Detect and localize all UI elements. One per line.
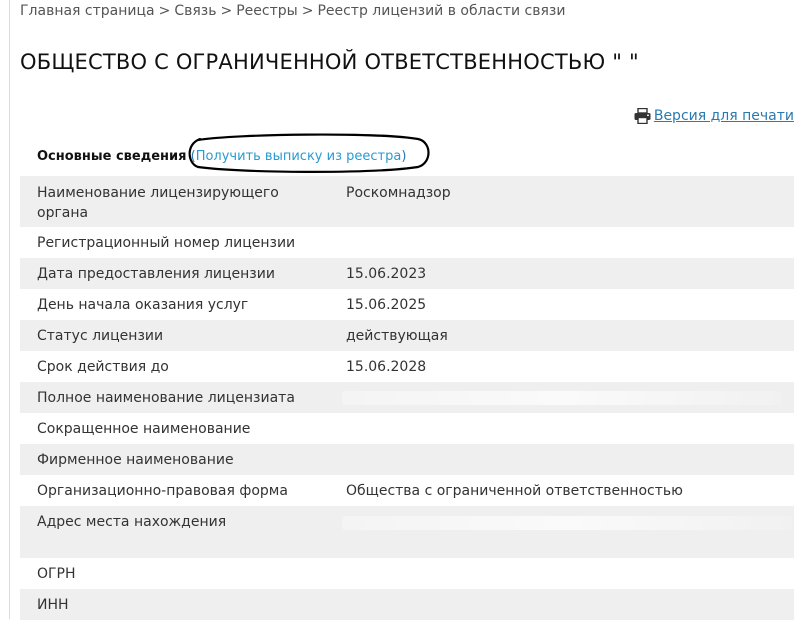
table-row: Полное наименование лицензиата bbox=[20, 382, 794, 413]
row-label: Организационно-правовая форма bbox=[37, 483, 288, 499]
row-value: 15.06.2028 bbox=[346, 359, 427, 375]
row-label: Наименование лицензирующего органа bbox=[37, 185, 279, 221]
breadcrumb-separator: > bbox=[301, 3, 314, 19]
row-label: Адрес места нахождения bbox=[37, 514, 227, 530]
table-row: Организационно-правовая форма Общества с… bbox=[20, 475, 794, 506]
section-title: Основные сведения bbox=[37, 149, 187, 164]
row-value: действующая bbox=[346, 328, 448, 344]
row-label: ИНН bbox=[37, 597, 69, 613]
table-row: Регистрационный номер лицензии bbox=[20, 227, 794, 258]
table-row: ОГРН bbox=[20, 558, 794, 589]
row-label: ОГРН bbox=[37, 566, 76, 582]
breadcrumb-home[interactable]: Главная страница bbox=[20, 3, 155, 19]
page-left-border bbox=[9, 0, 10, 619]
row-value: Общества с ограниченной ответственностью bbox=[346, 483, 683, 499]
table-row: Срок действия до 15.06.2028 bbox=[20, 351, 794, 382]
row-label: Полное наименование лицензиата bbox=[37, 390, 295, 406]
row-label: Фирменное наименование bbox=[37, 452, 234, 468]
row-value: 15.06.2023 bbox=[346, 266, 427, 282]
breadcrumb: Главная страница > Связь > Реестры > Реестр ли… bbox=[20, 3, 565, 19]
print-version-label[interactable]: Версия для печати bbox=[654, 108, 794, 124]
page-title: ОБЩЕСТВО С ОГРАНИЧЕННОЙ ОТВЕТСТВЕННОСТЬЮ… bbox=[20, 50, 639, 74]
close-paren: ) bbox=[401, 149, 407, 164]
table-row: Наименование лицензирующего органа Роско… bbox=[20, 176, 794, 227]
breadcrumb-communications[interactable]: Связь bbox=[174, 3, 216, 19]
row-label: Срок действия до bbox=[37, 359, 169, 375]
table-row: Фирменное наименование bbox=[20, 444, 794, 475]
table-row: ИНН bbox=[20, 589, 794, 620]
row-label: Дата предоставления лицензии bbox=[37, 266, 275, 282]
print-version-link[interactable]: Версия для печати bbox=[634, 108, 794, 124]
section-header: Основные сведения (Получить выписку из р… bbox=[37, 149, 406, 164]
row-value: Роскомнадзор bbox=[346, 185, 451, 201]
table-row: Статус лицензии действующая bbox=[20, 320, 794, 351]
license-info-table: Наименование лицензирующего органа Роско… bbox=[20, 176, 794, 620]
row-label: Сокращенное наименование bbox=[37, 421, 251, 437]
breadcrumb-separator: > bbox=[220, 3, 233, 19]
breadcrumb-license-registry[interactable]: Реестр лицензий в области связи bbox=[317, 3, 565, 19]
row-label: День начала оказания услуг bbox=[37, 297, 249, 313]
printer-icon bbox=[634, 108, 651, 124]
table-row: Адрес места нахождения bbox=[20, 506, 794, 558]
table-row: Сокращенное наименование bbox=[20, 413, 794, 444]
redacted-value bbox=[342, 391, 782, 405]
table-row: Дата предоставления лицензии 15.06.2023 bbox=[20, 258, 794, 289]
breadcrumb-registries[interactable]: Реестры bbox=[236, 3, 297, 19]
table-row: День начала оказания услуг 15.06.2025 bbox=[20, 289, 794, 320]
redacted-value bbox=[342, 516, 792, 530]
row-value: 15.06.2025 bbox=[346, 297, 427, 313]
get-registry-extract-link[interactable]: Получить выписку из реестра bbox=[196, 149, 402, 164]
breadcrumb-separator: > bbox=[158, 3, 171, 19]
row-label: Регистрационный номер лицензии bbox=[37, 235, 296, 251]
row-label: Статус лицензии bbox=[37, 328, 164, 344]
